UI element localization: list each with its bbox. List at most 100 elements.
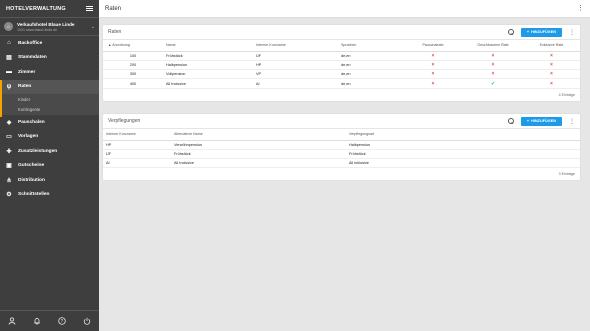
add-button-label: HINZUFÜGEN [531, 30, 556, 34]
sidebar: HOTELVERWALTUNG ⌂ Verkaufshotel Blaue Li… [0, 0, 99, 331]
bed-icon: ▬ [6, 69, 12, 76]
table-row[interactable]: 200 Halbpension HP de,en × × × [103, 60, 580, 71]
network-icon: ⋔ [6, 177, 12, 184]
raten-card: Raten + HINZUFÜGEN ⋮ ▲ Anordnung Name In… [103, 25, 580, 101]
cell-lang: de,en [338, 51, 403, 61]
column-header[interactable]: ▲ Anordnung [103, 40, 163, 52]
cell-order: 200 [103, 60, 163, 71]
raten-card-header: Raten + HINZUFÜGEN ⋮ [103, 25, 580, 40]
sidebar-item-label: Gutscheine [18, 163, 45, 169]
table-row[interactable]: ÜF Frühstück Frühstück [103, 149, 580, 160]
cross-icon: × [403, 69, 463, 80]
sort-arrow-icon: ▲ [108, 43, 112, 48]
add-button-label: HINZUFÜGEN [531, 119, 556, 123]
cell-alt-name: All Inclusive [171, 158, 346, 169]
column-label: Geschlossene Rate [477, 43, 509, 48]
sidebar-item-pauschalen[interactable]: ◈ Pauschalen [0, 115, 99, 130]
cell-name: All Inclusive [163, 78, 253, 89]
help-icon[interactable]: ? [57, 317, 66, 326]
app-title: HOTELVERWALTUNG [6, 5, 66, 12]
card-title: Verpflegungen [108, 118, 141, 124]
table-row[interactable]: AI All Inclusive All inklusive [103, 158, 580, 169]
add-button[interactable]: + HINZUFÜGEN [520, 116, 562, 126]
add-button[interactable]: + HINZUFÜGEN [520, 27, 562, 37]
cell-short: ÜF [103, 149, 171, 160]
card-title: Raten [108, 29, 122, 35]
column-label: Name [166, 43, 176, 48]
sidebar-item-zusatzleistungen[interactable]: ✚ Zusatzleistungen [0, 144, 99, 159]
verpflegungen-card: Verpflegungen + HINZUFÜGEN ⋮ Interner Ku… [103, 114, 580, 181]
sidebar-item-label: Pauschalen [18, 119, 45, 125]
cell-alt-name: Frühstück [171, 149, 346, 160]
column-header[interactable]: Interner Kurzname [253, 40, 338, 52]
column-header[interactable]: Exklusive Rate [523, 40, 580, 52]
sidebar-item-distribution[interactable]: ⋔ Distribution [0, 173, 99, 188]
cross-icon: × [403, 60, 463, 71]
column-label: Pauschalrate [422, 43, 444, 48]
menu-icon[interactable] [86, 6, 93, 11]
table-row[interactable]: HP Verwöhnpension Halbpension [103, 140, 580, 150]
cross-icon: × [523, 60, 580, 71]
column-label: Alternativer Name [174, 132, 203, 137]
column-header[interactable]: Sprachen [338, 40, 403, 52]
entry-count: 4 Einträge [558, 92, 575, 97]
active-indicator [0, 80, 2, 117]
power-icon[interactable] [82, 317, 91, 326]
sidebar-item-label: Backoffice [18, 40, 43, 46]
column-label: Sprachen [341, 43, 357, 48]
column-header[interactable]: Verpflegungsart [346, 129, 580, 141]
sidebar-item-gutscheine[interactable]: ▣ Gutscheine [0, 159, 99, 174]
column-header[interactable]: Interner Kurzname [103, 129, 171, 141]
sidebar-item-vorlagen[interactable]: ▭ Vorlagen [0, 130, 99, 145]
cell-lang: de,en [338, 60, 403, 71]
sidebar-item-backoffice[interactable]: ⌂ Backoffice [0, 36, 99, 51]
cell-name: Vollpension [163, 69, 253, 80]
sidebar-item-label: Schnittstellen [18, 192, 50, 198]
search-icon[interactable] [507, 118, 514, 124]
more-options-icon[interactable]: ⋮ [569, 118, 575, 125]
user-icon[interactable] [8, 317, 17, 326]
hotel-switcher[interactable]: ⌂ Verkaufshotel Blaue Linde 1031 www.bla… [0, 18, 99, 36]
cell-order: 400 [103, 78, 163, 89]
cross-icon: × [403, 51, 463, 61]
cell-type: Halbpension [346, 140, 580, 150]
sidebar-item-stammdaten[interactable]: ▤ Stammdaten [0, 51, 99, 66]
cell-type: Frühstück [346, 149, 580, 160]
column-header[interactable]: Geschlossene Rate [463, 40, 523, 52]
cell-name: Frühstück [163, 51, 253, 61]
raten-table: ▲ Anordnung Name Interner Kurzname Sprac… [103, 40, 580, 89]
sidebar-item-schnittstellen[interactable]: ⚙ Schnittstellen [0, 188, 99, 203]
page-title: Raten [105, 5, 122, 12]
table-row[interactable]: 400 All Inclusive AI de,en × ✓ × [103, 78, 580, 89]
more-options-icon[interactable]: ⋮ [569, 29, 575, 36]
sidebar-subitem-kontingente[interactable]: Kontingente [0, 104, 99, 115]
column-header[interactable]: Alternativer Name [171, 129, 346, 141]
sidebar-item-zimmer[interactable]: ▬ Zimmer [0, 65, 99, 80]
search-icon[interactable] [507, 29, 514, 35]
cross-icon: × [523, 78, 580, 89]
bell-icon[interactable] [33, 317, 42, 326]
more-options-icon[interactable]: ⋮ [577, 5, 584, 12]
home-icon: ⌂ [7, 40, 11, 47]
gift-icon: ▣ [6, 163, 12, 170]
table-row[interactable]: 100 Frühstück ÜF de,en × × × [103, 51, 580, 61]
column-header[interactable]: Pauschalrate [403, 40, 463, 52]
sidebar-subitem-kinder[interactable]: Kinder [0, 94, 99, 105]
verpflegungen-card-header: Verpflegungen + HINZUFÜGEN ⋮ [103, 114, 580, 129]
sidebar-subitem-label: Kinder [18, 96, 31, 102]
hotel-name: Verkaufshotel Blaue Linde [17, 21, 75, 27]
cell-name: Halbpension [163, 60, 253, 71]
sidebar-subitem-label: Kontingente [18, 107, 41, 113]
column-header[interactable]: Name [163, 40, 253, 52]
cross-icon: × [523, 51, 580, 61]
verpflegungen-table: Interner Kurzname Alternativer Name Verp… [103, 129, 580, 169]
cutlery-icon: ψ [6, 83, 12, 90]
cell-short: HP [103, 140, 171, 150]
table-row[interactable]: 300 Vollpension VP de,en × × × [103, 69, 580, 80]
chevron-down-icon[interactable]: ⌄ [91, 24, 95, 30]
hotel-subtitle: 1031 www.blaue-linde.de [17, 27, 58, 32]
sidebar-item-raten[interactable]: ψ Raten [0, 79, 99, 94]
entry-count: 3 Einträge [558, 172, 575, 177]
column-label: Interner Kurzname [106, 132, 136, 137]
cell-short: HP [253, 60, 338, 71]
